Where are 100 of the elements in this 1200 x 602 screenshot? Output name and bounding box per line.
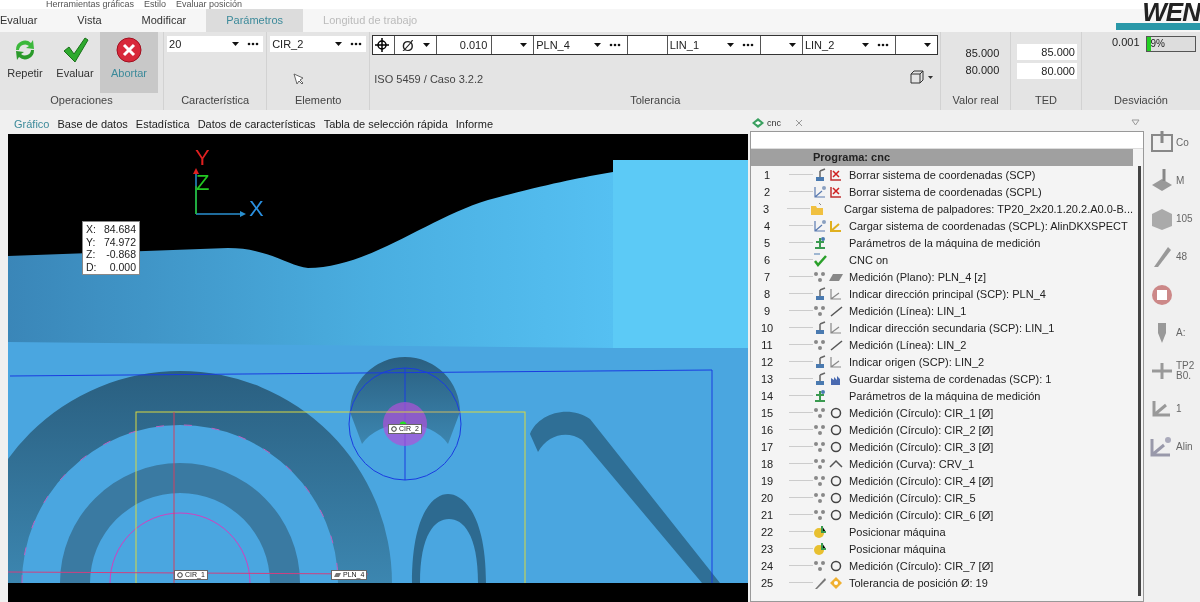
toolbar-button[interactable]: Repetir: [0, 32, 50, 93]
dropdown[interactable]: LIN_1: [667, 36, 762, 54]
program-step[interactable]: Indicar dirección secundaria (SCP): LIN_1: [847, 321, 1055, 334]
ribbon-tab[interactable]: Evaluar: [0, 9, 58, 32]
line-number: 3: [762, 202, 771, 215]
ribbon-tab[interactable]: Vista: [57, 9, 122, 32]
line-number: 23: [759, 542, 775, 555]
caret-icon: [923, 41, 933, 49]
coordinate-value: 84.684: [103, 223, 137, 236]
program-step[interactable]: Medición (Línea): LIN_1: [847, 304, 967, 317]
program-step[interactable]: Medición (Círculo): CIR_4 [Ø]: [847, 474, 994, 487]
circle-icon: [391, 426, 397, 432]
axis-triad-icon: [193, 168, 246, 217]
dropdown[interactable]: PLN_4: [534, 36, 628, 54]
circle-icon: [177, 572, 183, 578]
program-step[interactable]: Medición (Línea): LIN_2: [847, 338, 967, 351]
input-field[interactable]: 0.010: [436, 36, 493, 54]
line-number: 25: [759, 576, 775, 589]
stop-icon[interactable]: [1150, 283, 1174, 307]
position-icon: [813, 524, 827, 539]
view-tab[interactable]: Informe: [455, 118, 494, 130]
program-step[interactable]: Medición (Círculo): CIR_1 [Ø]: [847, 406, 994, 419]
program-header: Programa: cnc: [751, 149, 1133, 166]
program-step[interactable]: Borrar sistema de coordenadas (SCP): [847, 168, 1036, 181]
axis-name: Y:: [86, 235, 96, 248]
program-step[interactable]: Cargar sistema de coordenadas (SCPL): AlinDKXSPECT: [847, 219, 1128, 232]
dropdown[interactable]: 20: [167, 36, 263, 52]
bar-label: 9%: [1150, 37, 1165, 51]
more-icon[interactable]: [608, 42, 621, 48]
caret-icon: [231, 40, 240, 48]
context-tab[interactable]: Estilo: [144, 0, 167, 9]
probe-icon: [813, 371, 827, 386]
dropdown[interactable]: Ø: [394, 36, 437, 54]
probe-points-icon: [813, 507, 827, 522]
probe-points-icon: [813, 337, 827, 352]
axis-name: D:: [86, 260, 97, 273]
probe-points-icon: [813, 456, 827, 471]
side-label: 48: [1176, 252, 1188, 262]
ribbon-tab[interactable]: Modificar: [121, 9, 207, 32]
line-number: 24: [759, 559, 775, 572]
caret-icon: [861, 41, 871, 49]
view-tab[interactable]: Tabla de selección rápida: [323, 118, 448, 130]
more-icon[interactable]: [350, 41, 363, 47]
program-step[interactable]: Parámetros de la máquina de medición: [847, 389, 1041, 402]
program-step[interactable]: Indicar dirección principal (SCP): PLN_4: [847, 287, 1046, 300]
program-step[interactable]: Medición (Plano): PLN_4 [z]: [847, 270, 986, 283]
view-tab[interactable]: Base de datos: [57, 118, 128, 130]
program-step[interactable]: Medición (Círculo): CIR_7 [Ø]: [847, 559, 994, 572]
axis-label: X: [249, 196, 264, 221]
side-label: 1: [1176, 404, 1182, 414]
diamond-icon: [752, 117, 764, 128]
probe-points-icon: [813, 422, 827, 437]
toolbar-button[interactable]: Evaluar: [50, 32, 100, 93]
panel-tab[interactable]: cnc: [752, 117, 781, 128]
program-step[interactable]: Cargar sistema de palpadores: TP20_2x20.1.20.2.A0.0-B...: [841, 202, 1133, 215]
context-tab[interactable]: Evaluar posición: [176, 0, 243, 9]
more-icon[interactable]: [742, 42, 755, 48]
scrollbar[interactable]: [1138, 166, 1141, 596]
program-step[interactable]: CNC on: [847, 253, 889, 266]
program-step[interactable]: Tolerancia de posición Ø: 19: [847, 576, 988, 589]
more-icon[interactable]: [247, 41, 259, 47]
dropdown[interactable]: LIN_2: [802, 36, 897, 54]
line-number: 14: [759, 389, 775, 402]
line-number: 5: [762, 236, 772, 249]
program-step[interactable]: Medición (Círculo): CIR_2 [Ø]: [847, 423, 994, 436]
program-step[interactable]: Guardar sistema de cordenadas (SCP): 1: [847, 372, 1052, 385]
view-tab[interactable]: Gráfico: [14, 118, 50, 130]
line-number: 19: [759, 474, 775, 487]
view-tab[interactable]: Estadística: [135, 118, 190, 130]
program-step[interactable]: Medición (Círculo): CIR_3 [Ø]: [847, 440, 994, 453]
circle-icon: [829, 558, 843, 573]
view-tab[interactable]: Datos de características: [197, 118, 316, 130]
position-icon: [813, 541, 827, 556]
input-field[interactable]: 85.000: [1017, 44, 1077, 60]
line-icon: [829, 337, 843, 352]
program-step[interactable]: Posicionar máquina: [847, 525, 946, 538]
coordinate-value: 0.000: [109, 260, 137, 273]
context-tab[interactable]: Herramientas gráficas: [46, 0, 135, 9]
program-step[interactable]: Medición (Círculo): CIR_5: [847, 491, 976, 504]
program-step[interactable]: Borrar sistema de coordenadas (SCPL): [847, 185, 1042, 198]
program-step[interactable]: Parámetros de la máquina de medición: [847, 236, 1041, 249]
probe-points-icon: [813, 558, 827, 573]
caret-icon: [421, 41, 431, 49]
line-number: 18: [759, 457, 775, 470]
program-step[interactable]: Medición (Curva): CRV_1: [847, 457, 975, 470]
diamond-icon: [829, 575, 843, 590]
more-icon[interactable]: [877, 42, 890, 48]
dropdown[interactable]: CIR_2: [270, 36, 367, 52]
input-field[interactable]: 80.000: [1017, 63, 1077, 79]
circle-icon: [829, 422, 843, 437]
line-number: 10: [759, 321, 775, 334]
program-step[interactable]: Indicar origen (SCP): LIN_2: [847, 355, 985, 368]
program-step[interactable]: Medición (Círculo): CIR_6 [Ø]: [847, 508, 994, 521]
axes-icon: [813, 218, 827, 233]
line-number: 4: [762, 219, 772, 232]
line-number: 11: [760, 338, 774, 351]
position-symbol-icon[interactable]: [375, 38, 390, 52]
probe-points-icon: [813, 303, 827, 318]
program-step[interactable]: Posicionar máquina: [847, 542, 946, 555]
probe-icon: [813, 354, 827, 369]
